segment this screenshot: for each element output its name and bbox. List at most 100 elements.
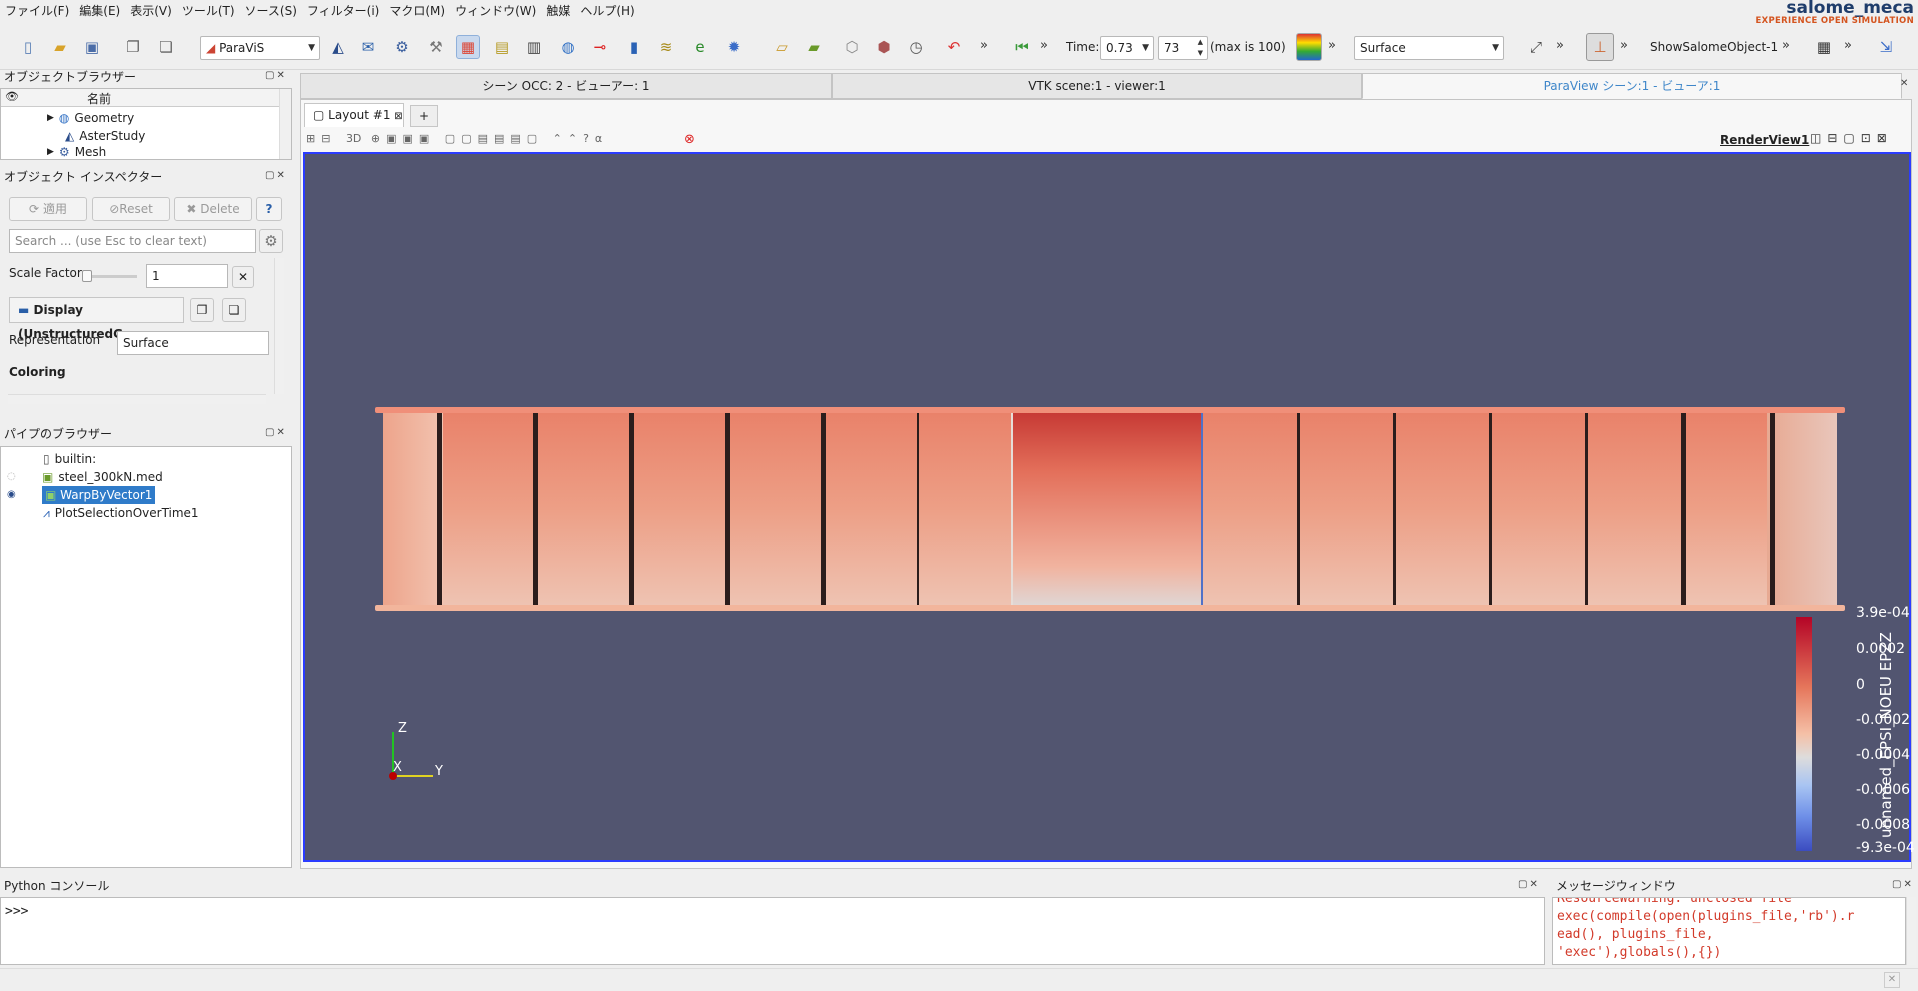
- inspector-scrollbar[interactable]: [274, 258, 284, 394]
- script-icon[interactable]: ▤: [490, 35, 514, 59]
- clear-status-icon[interactable]: ✕: [1884, 972, 1900, 988]
- more-chevron-icon-3[interactable]: »: [1328, 38, 1336, 53]
- reset-button[interactable]: ⊘Reset: [92, 197, 170, 221]
- tree-item-asterstudy[interactable]: ◭ AsterStudy: [65, 127, 145, 145]
- close-viewer-icon[interactable]: ✕: [1900, 78, 1910, 89]
- pipeline-item-builtin[interactable]: ▯ builtin:: [43, 450, 96, 468]
- more-chevron-icon-5[interactable]: »: [1620, 38, 1628, 53]
- paravis-logo-icon[interactable]: ◭: [326, 35, 350, 59]
- menu-sources[interactable]: ソース(S): [240, 0, 302, 22]
- new-document-icon[interactable]: ▯: [16, 35, 40, 59]
- slider-handle[interactable]: [82, 270, 92, 282]
- dock-buttons[interactable]: ▢✕: [1518, 879, 1540, 890]
- dock-buttons[interactable]: ▢✕: [265, 70, 287, 81]
- paste-properties-icon[interactable]: ❏: [222, 298, 246, 322]
- message-scrollbar[interactable]: [1906, 897, 1916, 965]
- scale-factor-input[interactable]: 1: [146, 264, 228, 288]
- bar-chart-icon[interactable]: ▮: [622, 35, 646, 59]
- menu-tools[interactable]: ツール(T): [177, 0, 240, 22]
- e-icon[interactable]: e: [688, 35, 712, 59]
- view-split-buttons[interactable]: ◫⊟▢⊡⊠: [1810, 131, 1893, 145]
- help-button[interactable]: ?: [256, 197, 282, 221]
- menu-filters[interactable]: フィルター(i): [302, 0, 384, 22]
- menu-macros[interactable]: マクロ(M): [384, 0, 450, 22]
- timestep-spinbox[interactable]: 73 ▲ ▼: [1158, 36, 1208, 60]
- view-3d-toggle[interactable]: 3D: [346, 132, 361, 145]
- tab-vtk-viewer[interactable]: VTK scene:1 - viewer:1: [832, 73, 1362, 99]
- menu-view[interactable]: 表示(V): [125, 0, 177, 22]
- undo-icon[interactable]: ↶: [942, 35, 966, 59]
- show-salome-object-button[interactable]: ShowSalomeObject-1: [1650, 40, 1778, 54]
- scale-factor-slider[interactable]: [82, 270, 137, 282]
- reset-camera-icon[interactable]: ⤢: [1524, 35, 1548, 59]
- more-chevron-icon-7[interactable]: »: [1844, 38, 1852, 53]
- pipeline-item-plotselection[interactable]: ⩘ PlotSelectionOverTime1: [43, 504, 199, 522]
- message-window-log[interactable]: ResourceWarning: unclosed file exec(comp…: [1552, 897, 1906, 965]
- expand-arrow-icon[interactable]: ▶: [47, 109, 54, 127]
- layout-tab[interactable]: ▢ Layout #1 ⊠: [304, 103, 404, 127]
- menu-edit[interactable]: 編集(E): [74, 0, 125, 22]
- apply-button[interactable]: ⟳ 適用: [9, 197, 87, 221]
- tool-icon[interactable]: ⚒: [424, 35, 448, 59]
- timer-icon[interactable]: ◷: [904, 35, 928, 59]
- pipe-icon[interactable]: ⊸: [588, 35, 612, 59]
- more-chevron-icon-6[interactable]: »: [1782, 38, 1790, 53]
- paravis-active-icon[interactable]: ▦: [456, 35, 480, 59]
- representation-select[interactable]: Surface: [117, 331, 269, 355]
- beam-model[interactable]: [375, 407, 1845, 611]
- inspector-horizontal-scrollbar[interactable]: [8, 394, 266, 404]
- box-icon[interactable]: ⬡: [840, 35, 864, 59]
- eye-hidden-icon[interactable]: ◌: [7, 468, 37, 486]
- tab-occ-viewer[interactable]: シーン OCC: 2 - ビューアー: 1: [300, 73, 832, 99]
- menu-file[interactable]: ファイル(F): [0, 0, 74, 22]
- render-viewport[interactable]: Z X Y: [303, 152, 1911, 862]
- menu-help[interactable]: ヘルプ(H): [575, 0, 639, 22]
- more-chevron-icon-2[interactable]: »: [1040, 38, 1048, 53]
- save-icon[interactable]: ▣: [80, 35, 104, 59]
- delete-button[interactable]: ✖ Delete: [174, 197, 252, 221]
- python-console-input[interactable]: >>>: [0, 897, 1545, 965]
- function-icon[interactable]: ≋: [654, 35, 678, 59]
- filter-icon[interactable]: ▥: [522, 35, 546, 59]
- copy-properties-icon[interactable]: ❐: [190, 298, 214, 322]
- mail-icon[interactable]: ✉: [356, 35, 380, 59]
- expand-arrow-icon[interactable]: ▶: [47, 145, 54, 159]
- more-chevron-icon-4[interactable]: »: [1556, 38, 1564, 53]
- pipeline-item-warpbyvector[interactable]: ◉ ▣ WarpByVector1: [7, 486, 156, 504]
- axis-icon[interactable]: ⇲: [1874, 35, 1898, 59]
- load-state-icon[interactable]: ▰: [802, 35, 826, 59]
- box-red-icon[interactable]: ⬢: [872, 35, 896, 59]
- clear-x-icon[interactable]: ✕: [232, 266, 254, 288]
- dock-buttons[interactable]: ▢✕: [265, 170, 287, 181]
- color-map-icon[interactable]: [1296, 33, 1322, 61]
- first-frame-icon[interactable]: ⏮: [1010, 35, 1034, 59]
- menu-catalyst[interactable]: 触媒: [541, 0, 575, 22]
- globe-icon[interactable]: ◍: [556, 35, 580, 59]
- close-tab-icon[interactable]: ⊠: [394, 111, 402, 122]
- time-value-combo[interactable]: 0.73 ▼: [1100, 36, 1154, 60]
- display-section-button[interactable]: ▬ Display (UnstructuredG: [9, 297, 184, 341]
- tab-paraview-viewer[interactable]: ParaView シーン:1 - ビューア:1: [1362, 73, 1902, 99]
- paste-icon[interactable]: ❏: [154, 35, 178, 59]
- advanced-settings-gear-icon[interactable]: ⚙: [259, 229, 283, 253]
- stop-icon[interactable]: ⊗: [684, 132, 695, 147]
- module-selector[interactable]: ◢ ParaViS ▼: [200, 36, 320, 60]
- calculator-icon[interactable]: ▦: [1812, 35, 1836, 59]
- view-toolbar-icons[interactable]: ⊞⊟ 3D ⊕▣▣▣ ▢▢▤▤▤▢ ⌃⌃?⍺: [306, 132, 608, 145]
- menu-window[interactable]: ウィンドウ(W): [450, 0, 541, 22]
- tree-item-geometry[interactable]: ▶ ◍ Geometry: [47, 109, 134, 127]
- axes-orientation-icon[interactable]: ⊥: [1586, 33, 1614, 61]
- open-icon[interactable]: ▱: [770, 35, 794, 59]
- object-browser-scrollbar[interactable]: [279, 89, 291, 159]
- representation-combo[interactable]: Surface ▼: [1354, 36, 1504, 60]
- copy-icon[interactable]: ❐: [121, 35, 145, 59]
- property-search-input[interactable]: Search ... (use Esc to clear text): [9, 229, 256, 253]
- add-layout-tab-button[interactable]: +: [410, 105, 438, 127]
- settings-gear-icon[interactable]: ✹: [722, 35, 746, 59]
- tree-item-mesh[interactable]: ▶ ⚙ Mesh: [47, 145, 106, 159]
- more-chevron-icon[interactable]: »: [980, 38, 988, 53]
- dock-buttons[interactable]: ▢✕: [265, 427, 287, 438]
- open-folder-icon[interactable]: ▰: [48, 35, 72, 59]
- pipeline-item-steel-med[interactable]: ◌ ▣ steel_300kN.med: [7, 468, 163, 486]
- mesh-module-icon[interactable]: ⚙: [390, 35, 414, 59]
